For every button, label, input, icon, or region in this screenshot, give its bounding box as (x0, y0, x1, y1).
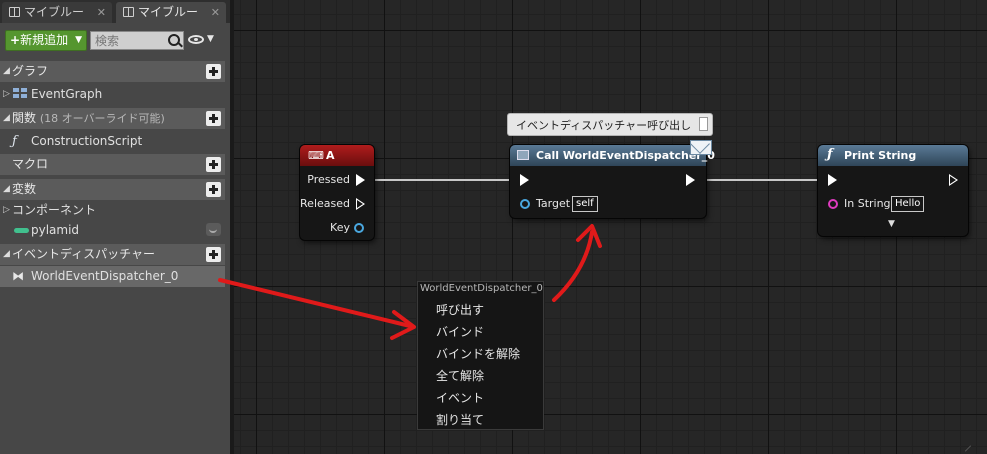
graph-item-eventgraph[interactable]: ▷ EventGraph (0, 84, 225, 105)
node-title: A (326, 149, 335, 162)
expand-arrow-icon[interactable]: ▷ (3, 84, 10, 105)
node-print-string[interactable]: Print String ƒ In String Hello ▼ (818, 145, 968, 236)
section-event-dispatchers[interactable]: ◢ イベントディスパッチャー (0, 244, 225, 265)
pin-label-pressed: Pressed (307, 173, 350, 186)
tab-my-blueprint-2[interactable]: マイブルー ✕ (116, 2, 226, 23)
variable-item-pylamid[interactable]: pylamid (0, 220, 225, 241)
in-string-value[interactable]: Hello (891, 196, 925, 212)
node-tooltip: イベントディスパッチャー呼び出し (507, 113, 713, 136)
function-icon: ƒ (12, 134, 17, 149)
key-output-pin[interactable] (354, 223, 364, 233)
exec-output-pin[interactable] (686, 174, 695, 186)
node-header[interactable]: Call WorldEventDispatcher_0 (510, 145, 715, 166)
menu-item-bind[interactable]: バインド (436, 323, 484, 340)
dispatcher-context-menu: WorldEventDispatcher_0 呼び出す バインド バインドを解除… (417, 281, 544, 430)
add-macro-button[interactable] (206, 157, 221, 172)
event-graph-icon (13, 88, 29, 100)
collapse-arrow-icon[interactable]: ◢ (3, 108, 10, 129)
in-string-input-pin[interactable] (828, 199, 838, 209)
add-new-label: 新規追加 (20, 33, 69, 47)
plus-icon: + (10, 33, 21, 47)
close-icon[interactable]: ✕ (211, 2, 220, 23)
dispatcher-call-icon (517, 150, 529, 160)
dispatcher-item-label: WorldEventDispatcher_0 (31, 269, 179, 283)
context-menu-title: WorldEventDispatcher_0 (420, 283, 543, 294)
target-label: Target (536, 197, 571, 210)
document-icon (699, 117, 708, 131)
keyboard-icon: ⌨ (308, 149, 324, 162)
in-string-label: In String (844, 197, 891, 210)
menu-item-unbind[interactable]: バインドを解除 (436, 345, 520, 362)
target-value: self (572, 196, 598, 212)
advanced-expand-icon[interactable]: ▼ (888, 219, 895, 229)
exec-wire[interactable] (697, 179, 825, 181)
add-variable-button[interactable] (206, 182, 221, 197)
add-graph-button[interactable] (206, 64, 221, 79)
exec-pin-pressed[interactable] (356, 174, 365, 186)
expand-arrow-icon[interactable]: ▷ (3, 200, 10, 221)
section-label: 関数 (12, 111, 37, 125)
panel-toolbar: +新規追加 ▼ ▼ (0, 27, 230, 55)
book-icon (9, 7, 20, 17)
exec-input-pin[interactable] (828, 174, 837, 186)
node-call-dispatcher[interactable]: Call WorldEventDispatcher_0 Target self (510, 145, 715, 218)
menu-item-event[interactable]: イベント (436, 389, 484, 406)
exec-output-pin[interactable] (949, 174, 958, 186)
exec-wire[interactable] (368, 179, 510, 181)
section-graph[interactable]: ◢ グラフ (0, 61, 225, 82)
section-label: イベントディスパッチャー (12, 247, 156, 261)
my-blueprint-panel: マイブルー ✕ マイブルー ✕ +新規追加 ▼ ▼ ◢ グラフ ▷ EventG… (0, 0, 230, 454)
section-variables[interactable]: ◢ 変数 (0, 179, 225, 200)
variable-group-components[interactable]: ▷ コンポーネント (0, 200, 225, 221)
function-item-label: ConstructionScript (31, 134, 143, 148)
target-input-pin[interactable] (520, 199, 530, 209)
graph-item-label: EventGraph (31, 87, 103, 101)
tab-label: マイブルー (24, 5, 85, 19)
resize-grip-icon[interactable] (962, 444, 972, 454)
tooltip-text: イベントディスパッチャー呼び出し (516, 119, 692, 132)
chevron-down-icon: ▼ (75, 35, 82, 45)
envelope-icon (690, 140, 712, 155)
section-functions[interactable]: ◢ 関数 (18 オーバーライド可能) (0, 108, 225, 129)
node-title: Call WorldEventDispatcher_0 (536, 149, 715, 162)
dispatcher-item-world-event-dispatcher-0[interactable]: ⧓ WorldEventDispatcher_0 (0, 266, 225, 287)
book-icon (123, 7, 134, 17)
menu-item-call[interactable]: 呼び出す (436, 301, 484, 318)
pin-label-released: Released (300, 197, 350, 210)
search-icon[interactable] (168, 34, 180, 46)
dispatcher-icon: ⧓ (12, 269, 24, 283)
tab-bar: マイブルー ✕ マイブルー ✕ (0, 0, 230, 23)
section-label: マクロ (12, 157, 49, 171)
collapse-arrow-icon[interactable]: ◢ (3, 244, 10, 265)
add-event-dispatcher-button[interactable] (206, 247, 221, 262)
section-label: 変数 (12, 182, 37, 196)
chevron-down-icon[interactable]: ▼ (207, 34, 214, 44)
exec-pin-released[interactable] (356, 198, 365, 210)
variable-type-icon (14, 228, 29, 233)
close-icon[interactable]: ✕ (97, 2, 106, 23)
node-title: Print String (844, 149, 917, 162)
menu-item-assign[interactable]: 割り当て (436, 411, 484, 428)
add-new-button[interactable]: +新規追加 ▼ (5, 30, 87, 51)
tab-label: マイブルー (138, 5, 199, 19)
eye-icon[interactable] (188, 35, 204, 44)
node-key-a[interactable]: A ⌨ Pressed Released Key (300, 145, 374, 240)
variable-item-label: pylamid (31, 223, 80, 237)
menu-item-unbind-all[interactable]: 全て解除 (436, 367, 484, 384)
function-item-construction-script[interactable]: ƒ ConstructionScript (0, 131, 225, 152)
collapse-arrow-icon[interactable]: ◢ (3, 61, 10, 82)
tab-my-blueprint-1[interactable]: マイブルー ✕ (2, 2, 112, 23)
function-icon: ƒ (827, 147, 833, 162)
section-label: グラフ (12, 64, 49, 78)
section-macros[interactable]: マクロ (0, 154, 225, 175)
override-count: (18 オーバーライド可能) (39, 112, 165, 125)
exec-input-pin[interactable] (520, 174, 529, 186)
collapse-arrow-icon[interactable]: ◢ (3, 179, 10, 200)
node-header[interactable]: Print String (818, 145, 968, 166)
visibility-toggle-icon[interactable] (206, 223, 221, 236)
variable-group-label: コンポーネント (12, 203, 97, 217)
pin-label-key: Key (330, 221, 350, 234)
add-function-button[interactable] (206, 111, 221, 126)
